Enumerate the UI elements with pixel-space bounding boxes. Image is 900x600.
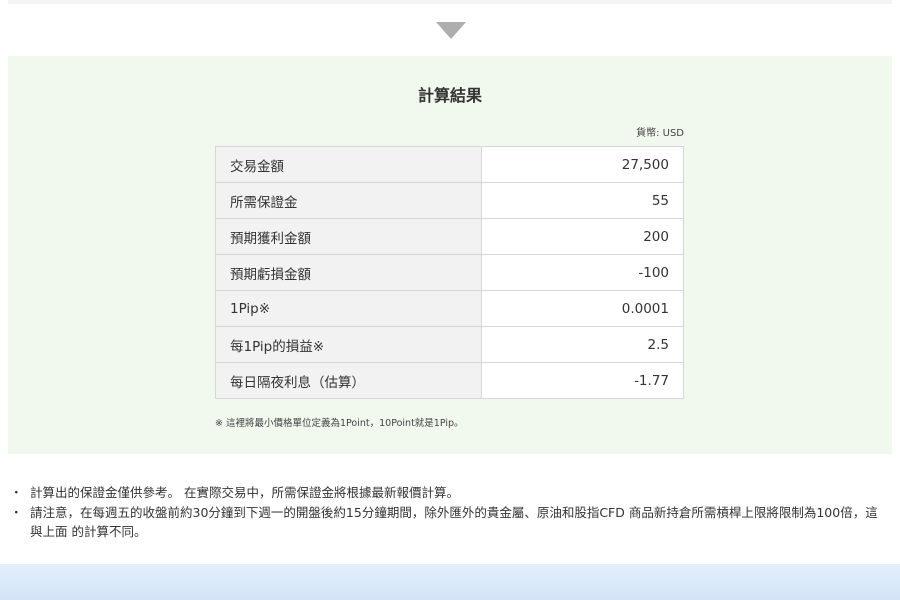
row-value: 2.5 (481, 326, 684, 363)
row-value: 55 (481, 182, 684, 219)
table-row: 所需保證金 55 (215, 182, 684, 219)
bullet-icon: ・ (10, 505, 23, 520)
result-table: 交易金額 27,500 所需保證金 55 預期獲利金額 200 預期虧損金額 -… (215, 146, 684, 399)
note-text: 請注意，在每週五的收盤前約30分鐘到下週一的開盤後約15分鐘期間，除外匯外的貴金… (30, 505, 878, 539)
bottom-banner (0, 564, 900, 600)
table-row: 每日隔夜利息（估算） -1.77 (215, 362, 684, 399)
result-title: 計算結果 (417, 86, 482, 105)
bullet-icon: ・ (10, 485, 23, 500)
table-row: 預期虧損金額 -100 (215, 254, 684, 291)
top-section-edge-inner (8, 0, 892, 4)
row-value: -1.77 (481, 362, 684, 399)
row-value: 200 (481, 218, 684, 255)
table-row: 交易金額 27,500 (215, 146, 684, 183)
result-panel: 計算結果 貨幣: USD 交易金額 27,500 所需保證金 55 預期獲利金額… (8, 56, 892, 454)
row-value: 0.0001 (481, 290, 684, 327)
table-row: 1Pip※ 0.0001 (215, 290, 684, 327)
row-value: 27,500 (481, 146, 684, 183)
note-text: 計算出的保證金僅供參考。 在實際交易中，所需保證金將根據最新報價計算。 (30, 485, 459, 500)
row-label: 預期獲利金額 (215, 218, 482, 255)
table-footnote: ※ 這裡將最小價格單位定義為1Point，10Point就是1Pip。 (215, 418, 464, 429)
list-item: ・ 請注意，在每週五的收盤前約30分鐘到下週一的開盤後約15分鐘期間，除外匯外的… (10, 503, 890, 541)
row-label: 每1Pip的損益※ (215, 326, 482, 363)
top-section-edge (0, 0, 900, 4)
row-value: -100 (481, 254, 684, 291)
row-label: 所需保證金 (215, 182, 482, 219)
triangle-down-icon (436, 22, 466, 39)
list-item: ・ 計算出的保證金僅供參考。 在實際交易中，所需保證金將根據最新報價計算。 (10, 483, 890, 502)
row-label: 交易金額 (215, 146, 482, 183)
notes-list: ・ 計算出的保證金僅供參考。 在實際交易中，所需保證金將根據最新報價計算。 ・ … (10, 483, 890, 542)
row-label: 預期虧損金額 (215, 254, 482, 291)
table-row: 預期獲利金額 200 (215, 218, 684, 255)
row-label: 1Pip※ (215, 290, 482, 327)
currency-label: 貨幣: USD (636, 128, 684, 139)
table-row: 每1Pip的損益※ 2.5 (215, 326, 684, 363)
row-label: 每日隔夜利息（估算） (215, 362, 482, 399)
